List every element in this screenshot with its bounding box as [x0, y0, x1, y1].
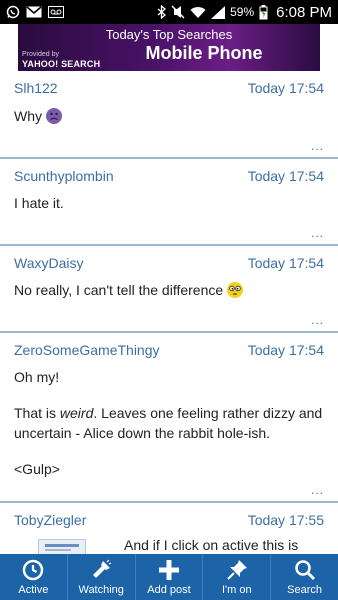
- dizzy-emoji-icon: [227, 282, 244, 298]
- post-more-button[interactable]: ...: [311, 139, 324, 153]
- search-icon: [294, 558, 316, 582]
- post-text: And if I click on active this is: [124, 537, 299, 553]
- banner-subheadline: Mobile Phone: [145, 43, 263, 63]
- post-author[interactable]: ZeroSomeGameThingy: [14, 342, 160, 358]
- flashlight-icon: [90, 558, 112, 582]
- post-list[interactable]: Slh122 Today 17:54 Why ... Scunthyplombi…: [0, 71, 338, 554]
- battery-icon: [259, 4, 268, 20]
- post-time: Today 17:55: [247, 512, 324, 528]
- clock-icon: [22, 558, 44, 582]
- post-more-button[interactable]: ...: [311, 226, 324, 240]
- post-time: Today 17:54: [247, 342, 324, 358]
- nav-im-on[interactable]: I'm on: [203, 554, 272, 600]
- gmail-icon: [26, 6, 42, 18]
- banner-brand: YAHOO! SEARCH: [22, 59, 101, 69]
- attached-image-thumbnail[interactable]: [38, 539, 86, 554]
- post[interactable]: Slh122 Today 17:54 Why ...: [0, 71, 338, 159]
- nav-add-post[interactable]: Add post: [136, 554, 204, 600]
- post-author[interactable]: WaxyDaisy: [14, 255, 84, 271]
- post-time: Today 17:54: [247, 80, 324, 96]
- bottom-nav: Active Watching Add post I'm on Search: [0, 554, 338, 600]
- nav-label: Add post: [147, 584, 191, 596]
- banner-provided-by: Provided by: [22, 51, 59, 58]
- post-time: Today 17:54: [247, 168, 324, 184]
- post-text: <Gulp>: [14, 461, 60, 477]
- post-body: Why: [14, 106, 324, 126]
- post-author[interactable]: Scunthyplombin: [14, 168, 114, 184]
- nav-label: Search: [287, 584, 323, 596]
- post-text: Why: [14, 108, 42, 124]
- bluetooth-icon: [157, 5, 167, 19]
- post-author[interactable]: Slh122: [14, 80, 58, 96]
- post[interactable]: WaxyDaisy Today 17:54 No really, I can't…: [0, 246, 338, 333]
- post-body: I hate it.: [14, 193, 324, 213]
- signal-icon: [211, 5, 226, 19]
- whatsapp-icon: [6, 5, 20, 19]
- clock-time: 6:08 PM: [276, 3, 332, 21]
- post-body: Oh my! That is weird. Leaves one feeling…: [14, 367, 324, 479]
- post[interactable]: Scunthyplombin Today 17:54 I hate it. ..…: [0, 159, 338, 246]
- banner-ad[interactable]: Today's Top Searches Mobile Phone Provid…: [18, 24, 320, 71]
- battery-percent: 59%: [230, 5, 255, 19]
- post-text: No really, I can't tell the difference: [14, 282, 224, 298]
- emphasis-text: weird: [59, 405, 94, 421]
- nav-label: Watching: [78, 584, 124, 596]
- post-more-button[interactable]: ...: [311, 483, 324, 497]
- post[interactable]: TobyZiegler Today 17:55 And if I click o…: [0, 503, 338, 554]
- nav-watching[interactable]: Watching: [68, 554, 136, 600]
- notification-icons: [6, 5, 64, 19]
- confused-emoji-icon: [46, 108, 62, 124]
- nav-active[interactable]: Active: [0, 554, 68, 600]
- post-author[interactable]: TobyZiegler: [14, 512, 86, 528]
- pin-icon: [226, 558, 248, 582]
- system-icons: 59% 6:08 PM: [157, 4, 332, 21]
- post-text: That is weird. Leaves one feeling rather…: [14, 405, 323, 441]
- silent-icon: [171, 5, 185, 19]
- post-more-button[interactable]: ...: [311, 313, 324, 327]
- post-time: Today 17:54: [247, 255, 324, 271]
- banner-headline: Today's Top Searches: [105, 27, 233, 42]
- post-text: I hate it.: [14, 195, 64, 211]
- post-text: Oh my!: [14, 369, 60, 385]
- post-body: And if I click on active this is: [14, 537, 324, 554]
- post-body: No really, I can't tell the difference: [14, 280, 324, 300]
- wifi-icon: [190, 6, 206, 19]
- voicemail-icon: [48, 6, 64, 18]
- status-bar: 59% 6:08 PM: [0, 0, 338, 24]
- nav-search[interactable]: Search: [271, 554, 338, 600]
- nav-label: Active: [18, 584, 49, 596]
- nav-label: I'm on: [221, 584, 252, 596]
- post[interactable]: ZeroSomeGameThingy Today 17:54 Oh my! Th…: [0, 333, 338, 503]
- plus-icon: [158, 558, 180, 582]
